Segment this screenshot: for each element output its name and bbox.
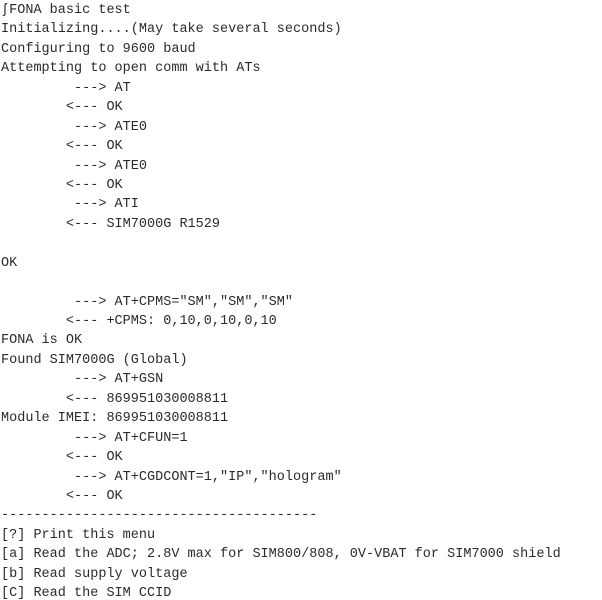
terminal-line: <--- OK — [1, 100, 123, 116]
terminal-line: <--- OK — [1, 450, 123, 466]
terminal-line: [a] Read the ADC; 2.8V max for SIM800/80… — [1, 547, 561, 563]
terminal-line: Attempting to open comm with ATs — [1, 61, 261, 77]
terminal-line: <--- OK — [1, 139, 123, 155]
terminal-line: [b] Read supply voltage — [1, 566, 188, 582]
terminal-line: ʃFONA basic test — [1, 3, 131, 18]
serial-monitor-terminal[interactable]: ʃFONA basic test Initializing....(May tak… — [0, 0, 602, 600]
terminal-line: [C] Read the SIM CCID — [1, 586, 172, 600]
terminal-line: --------------------------------------- — [1, 508, 318, 524]
terminal-line: Module IMEI: 869951030008811 — [1, 411, 229, 427]
terminal-line: <--- SIM7000G R1529 — [1, 216, 221, 232]
terminal-line: Configuring to 9600 baud — [1, 41, 196, 57]
terminal-line: ---> ATE0 — [1, 119, 148, 135]
terminal-line: [?] Print this menu — [1, 527, 156, 543]
terminal-line: ---> AT+CGDCONT=1,"IP","hologram" — [1, 469, 342, 485]
terminal-line: FONA is OK — [1, 333, 83, 349]
terminal-line: ---> AT+CPMS="SM","SM","SM" — [1, 294, 294, 310]
terminal-line: ---> ATI — [1, 197, 139, 213]
terminal-line: ---> AT+GSN — [1, 372, 164, 388]
terminal-line: Initializing....(May take several second… — [1, 22, 342, 38]
terminal-line: <--- OK — [1, 488, 123, 504]
terminal-line: ---> ATE0 — [1, 158, 148, 174]
terminal-output-log: ʃFONA basic test Initializing....(May tak… — [1, 1, 561, 600]
terminal-line: <--- +CPMS: 0,10,0,10,0,10 — [1, 314, 277, 329]
terminal-line: ---> AT — [1, 80, 131, 96]
terminal-line: <--- OK — [1, 177, 123, 193]
terminal-line: Found SIM7000G (Global) — [1, 352, 188, 368]
terminal-line: ---> AT+CFUN=1 — [1, 430, 188, 446]
terminal-line: <--- 869951030008811 — [1, 391, 229, 407]
terminal-line: OK — [1, 255, 18, 271]
